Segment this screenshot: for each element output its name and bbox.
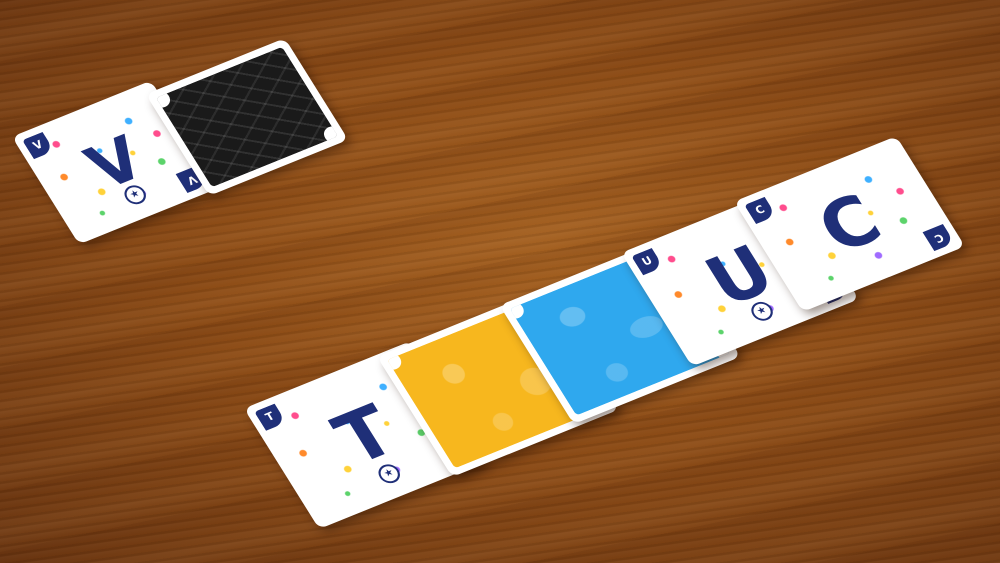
- corner-ornament-icon: [509, 299, 528, 322]
- card-table-scene: V V ★ V T T ★ T: [0, 0, 1000, 563]
- corner-ornament-icon: [320, 123, 339, 146]
- card-c-letter: C: [803, 179, 896, 269]
- corner-ornament-icon: [155, 88, 174, 111]
- corner-ornament-icon: [387, 350, 405, 373]
